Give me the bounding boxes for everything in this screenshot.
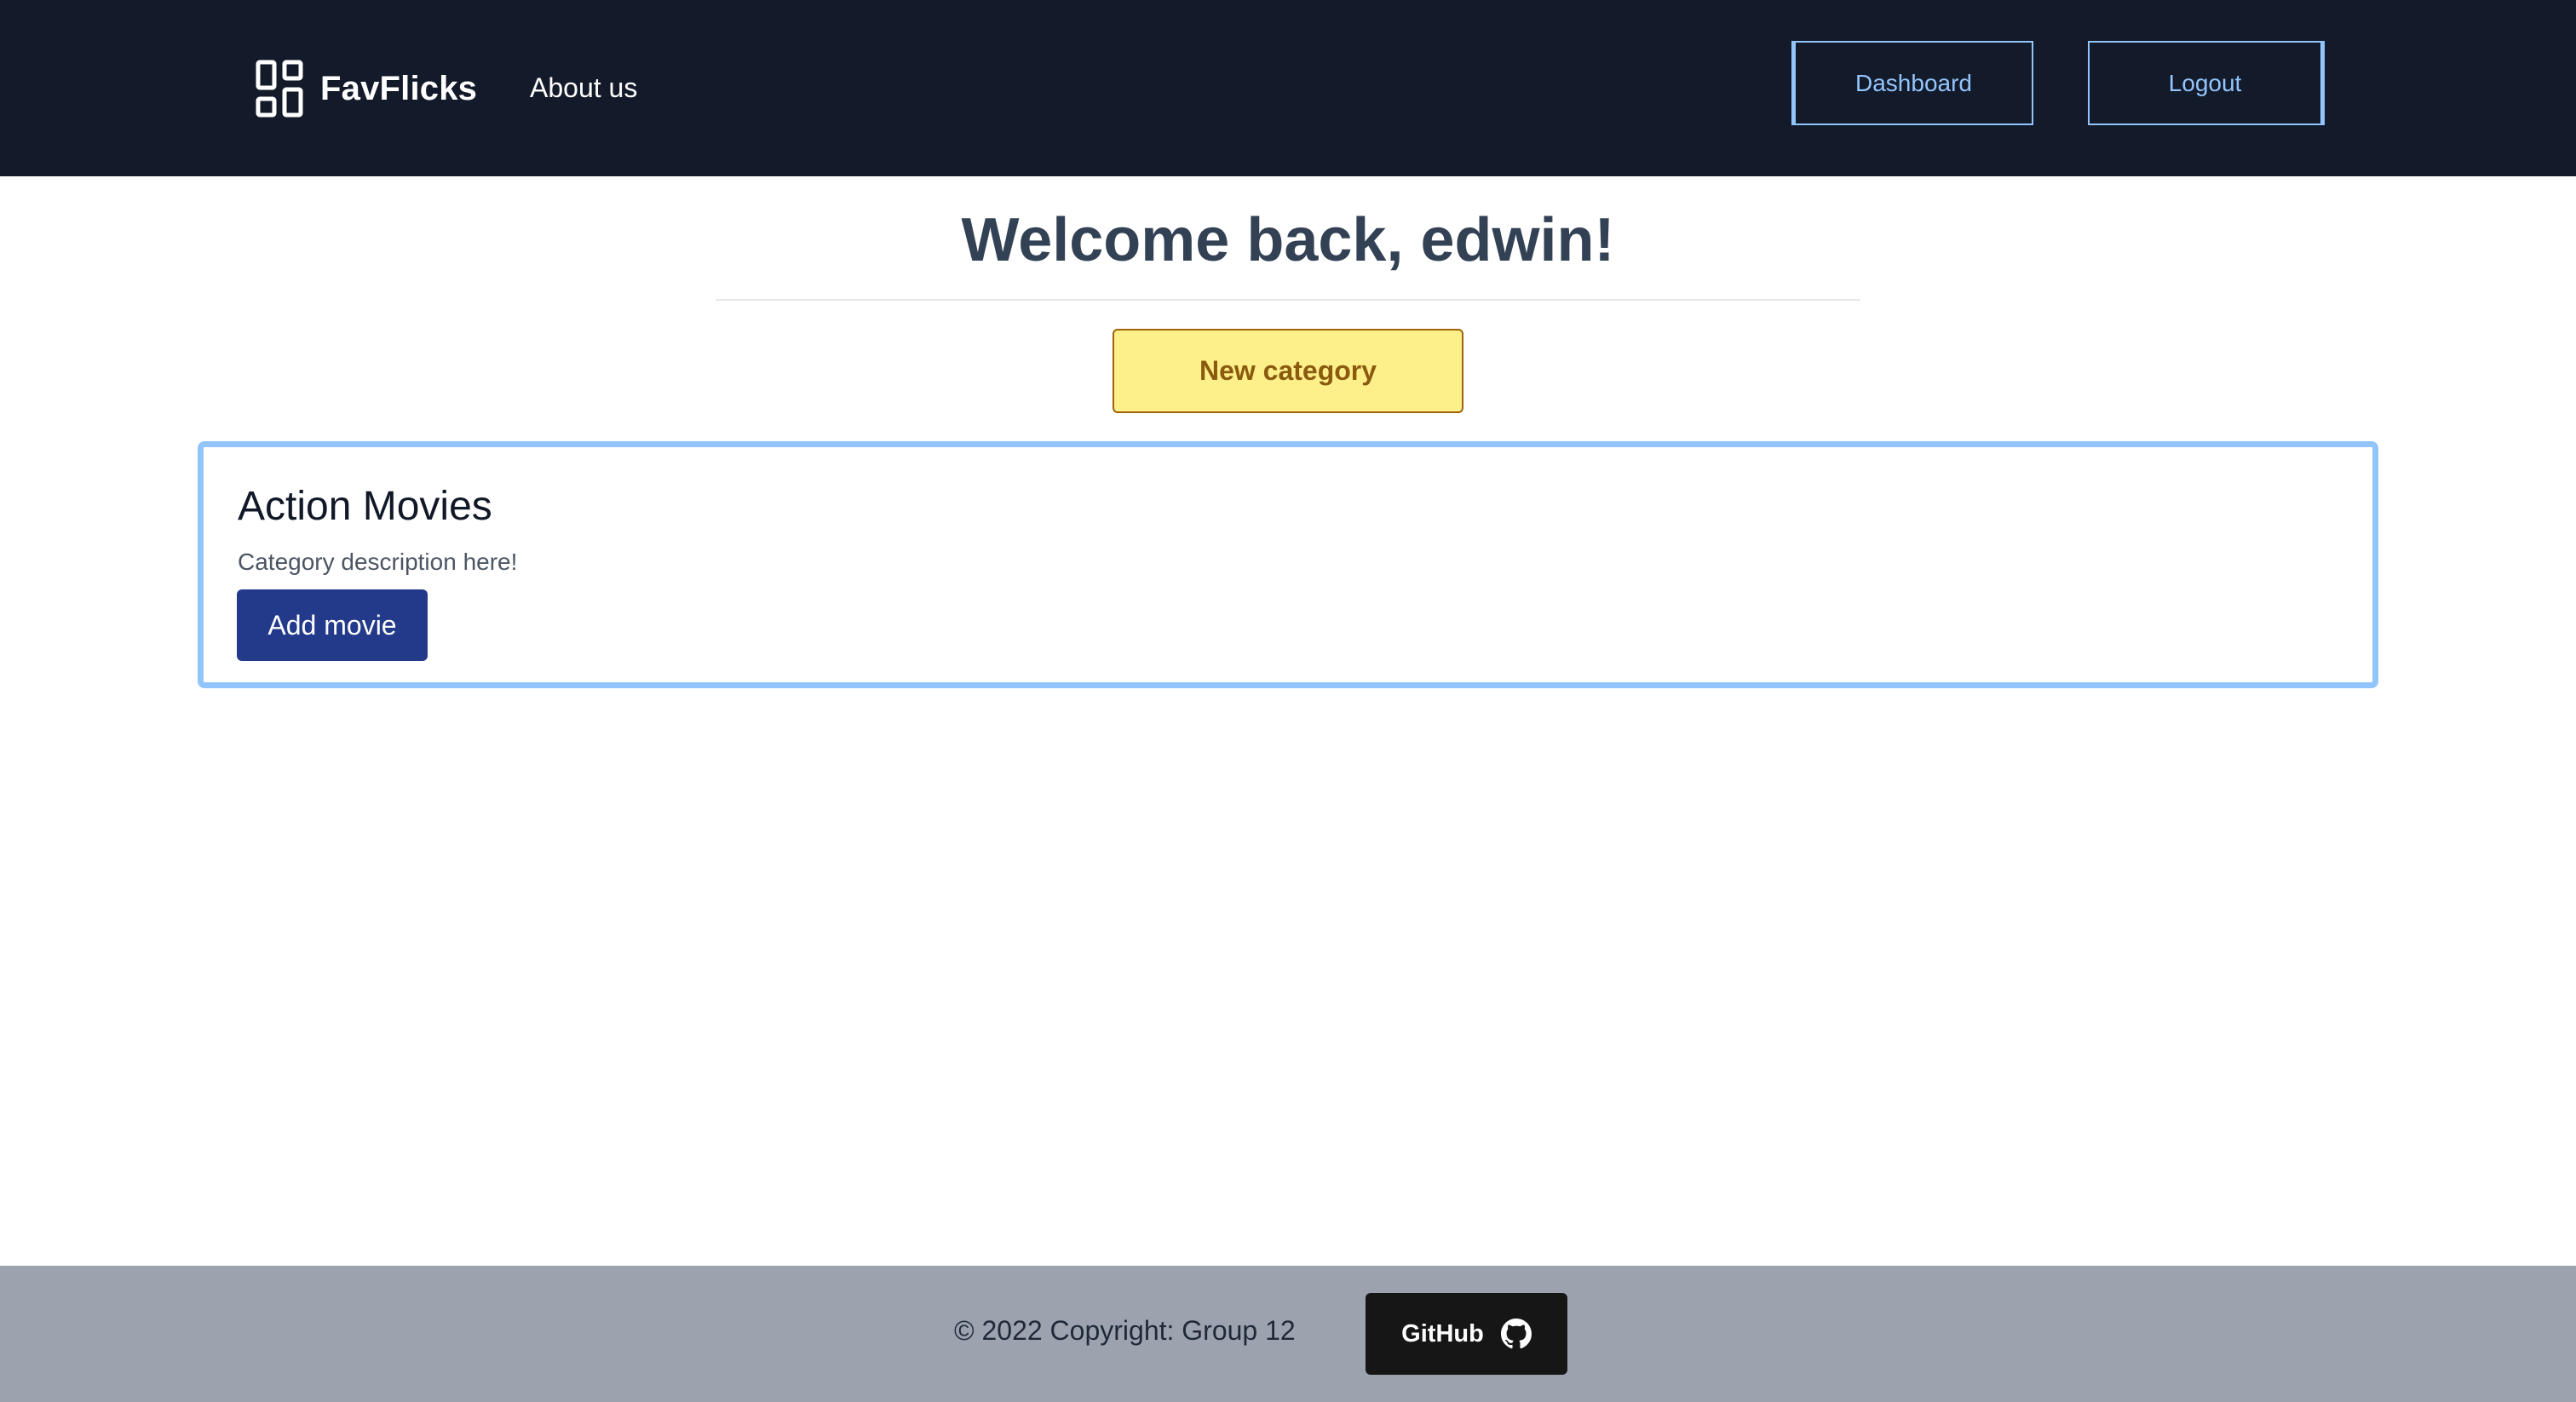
category-title: Action Movies xyxy=(238,484,492,529)
copyright-text: © 2022 Copyright: Group 12 xyxy=(954,1315,1296,1346)
new-category-button[interactable]: New category xyxy=(1113,329,1463,413)
category-description: Category description here! xyxy=(238,549,518,575)
dashboard-button[interactable]: Dashboard xyxy=(1791,41,2033,125)
github-button-label: GitHub xyxy=(1401,1319,1484,1347)
page-title: Welcome back, edwin! xyxy=(961,206,1615,274)
brand-name: FavFlicks xyxy=(320,69,478,107)
navbar: FavFlicks About us Dashboard Logout xyxy=(0,0,2576,176)
nav-link-about[interactable]: About us xyxy=(530,71,637,105)
github-icon xyxy=(1500,1319,1532,1349)
category-card: Action Movies Category description here!… xyxy=(198,441,2378,688)
footer: © 2022 Copyright: Group 12 GitHub xyxy=(0,1266,2576,1402)
dashboard-grid-icon xyxy=(256,60,303,118)
title-divider xyxy=(716,299,1860,301)
github-button[interactable]: GitHub xyxy=(1366,1293,1567,1375)
brand-link[interactable]: FavFlicks xyxy=(256,60,477,118)
logout-button[interactable]: Logout xyxy=(2088,41,2325,125)
add-movie-button[interactable]: Add movie xyxy=(237,589,428,661)
